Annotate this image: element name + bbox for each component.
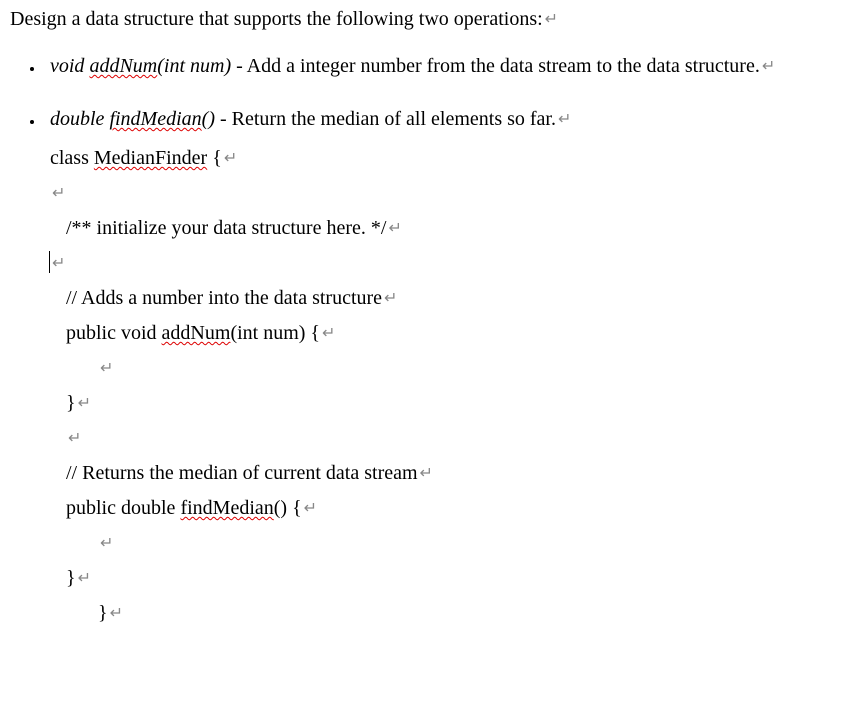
code-line: ↵: [50, 351, 834, 386]
return-icon: ↵: [420, 465, 433, 482]
return-icon: ↵: [68, 430, 81, 447]
ret-prefix: public double: [66, 497, 180, 519]
code-block: class MedianFinder {↵ ↵ /** initialize y…: [50, 141, 834, 631]
code-line: }↵: [50, 596, 834, 631]
method-desc: - Add a integer number from the data str…: [231, 55, 760, 77]
add-prefix: public void: [66, 322, 162, 344]
method-name: findMedian: [109, 108, 201, 130]
ret-comment: // Returns the median of current data st…: [66, 462, 418, 484]
code-line: }↵: [50, 561, 834, 596]
return-icon: ↵: [52, 185, 65, 202]
code-line: /** initialize your data structure here.…: [50, 211, 834, 246]
init-comment: /** initialize your data structure here.…: [66, 217, 386, 239]
return-icon: ↵: [78, 570, 91, 587]
code-line: ↵: [50, 421, 834, 456]
class-open: {: [207, 147, 222, 169]
intro-paragraph: Design a data structure that supports th…: [10, 8, 834, 31]
list-item: void addNum(int num) - Add a integer num…: [44, 49, 834, 84]
method-sig: double: [50, 108, 109, 130]
close-brace3: }: [98, 602, 108, 624]
return-icon: ↵: [322, 325, 335, 342]
add-comment: // Adds a number into the data structure: [66, 287, 382, 309]
code-line: // Returns the median of current data st…: [50, 456, 834, 491]
close-brace: }: [66, 392, 76, 414]
return-icon: ↵: [762, 58, 775, 75]
code-line: }↵: [50, 386, 834, 421]
bullet-list: void addNum(int num) - Add a integer num…: [10, 49, 834, 631]
return-icon: ↵: [110, 605, 123, 622]
return-icon: ↵: [100, 535, 113, 552]
method-name: addNum: [89, 55, 157, 77]
list-item: double findMedian() - Return the median …: [44, 102, 834, 631]
code-line-cursor[interactable]: ↵: [50, 246, 834, 281]
class-name: MedianFinder: [94, 147, 207, 169]
code-line: public void addNum(int num) {↵: [50, 316, 834, 351]
code-line: ↵: [50, 526, 834, 561]
return-icon: ↵: [224, 150, 237, 167]
class-keyword: class: [50, 147, 94, 169]
method-args: (): [202, 108, 215, 130]
return-icon: ↵: [388, 220, 401, 237]
method-desc: - Return the median of all elements so f…: [215, 108, 556, 130]
ret-suffix: () {: [274, 497, 302, 519]
add-name: addNum: [162, 322, 231, 344]
return-icon: ↵: [304, 500, 317, 517]
code-line: public double findMedian() {↵: [50, 491, 834, 526]
return-icon: ↵: [545, 11, 558, 28]
return-icon: ↵: [558, 111, 571, 128]
return-icon: ↵: [78, 395, 91, 412]
return-icon: ↵: [52, 255, 65, 272]
intro-text: Design a data structure that supports th…: [10, 8, 543, 30]
code-line: ↵: [50, 176, 834, 211]
method-args: (int num): [157, 55, 231, 77]
add-suffix: (int num) {: [230, 322, 320, 344]
return-icon: ↵: [384, 290, 397, 307]
return-icon: ↵: [100, 360, 113, 377]
text-cursor-icon: [49, 251, 50, 273]
code-line: class MedianFinder {↵: [50, 141, 834, 176]
code-line: // Adds a number into the data structure…: [50, 281, 834, 316]
method-sig: void: [50, 55, 89, 77]
close-brace2: }: [66, 567, 76, 589]
ret-name: findMedian: [180, 497, 273, 519]
